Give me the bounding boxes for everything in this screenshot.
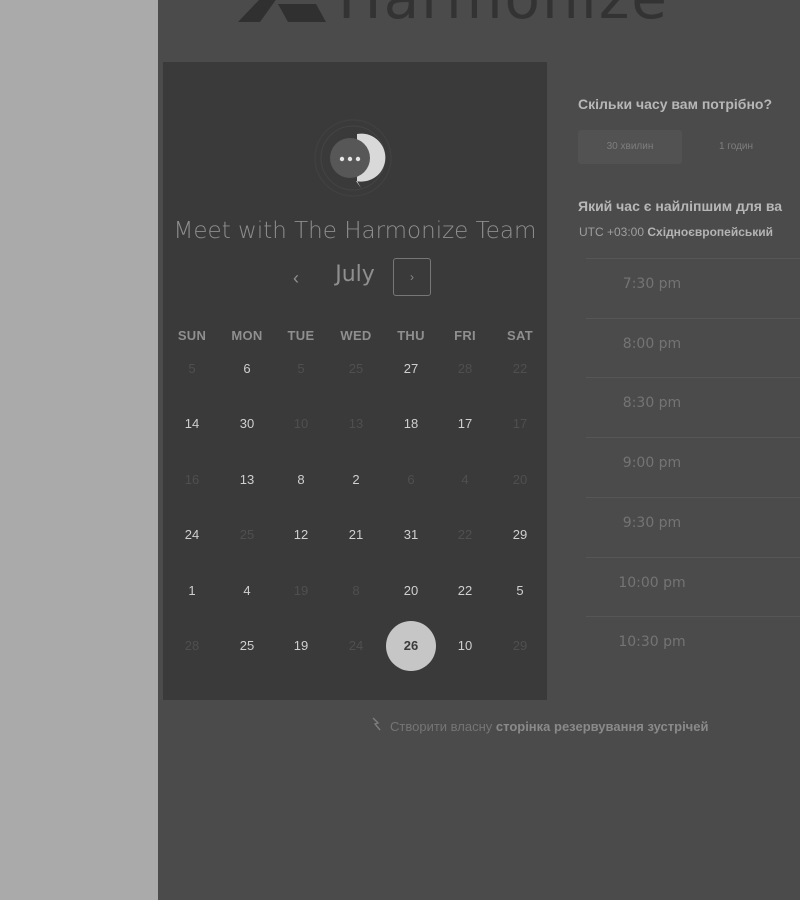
calendar-day[interactable]: 17 — [440, 399, 490, 449]
calendar-day[interactable]: 30 — [222, 399, 272, 449]
weekday-sat: SAT — [507, 328, 533, 343]
slot-divider — [586, 258, 800, 259]
calendar-day: 24 — [348, 638, 364, 653]
selected-day[interactable]: 26 — [386, 621, 436, 671]
time-question: Який час є найліпшим для ва — [578, 198, 783, 214]
calendar-day[interactable]: 5 — [495, 566, 545, 616]
next-month-button[interactable]: › — [393, 258, 431, 296]
calendar-day[interactable]: 4 — [222, 566, 272, 616]
sparkle-icon — [372, 717, 386, 734]
timezone-offset: UTC +03:00 — [579, 225, 645, 239]
weekday-tue: TUE — [287, 328, 315, 343]
calendar-day: 16 — [184, 471, 200, 487]
brand-logo: Harmonize — [238, 0, 669, 27]
month-navigation: ‹ July › — [163, 258, 547, 300]
calendar-day[interactable]: 22 — [440, 566, 490, 616]
slot-divider — [586, 377, 800, 379]
calendar-day: 28 — [184, 638, 200, 653]
calendar-day[interactable]: 14 — [167, 399, 217, 449]
calendar-day: 4 — [461, 471, 469, 487]
timezone-label: UTC +03:00 Східноєвропейський — [579, 225, 773, 239]
calendar-day[interactable]: 1 — [167, 566, 217, 616]
duration-option-2[interactable]: 1 годин — [684, 130, 788, 164]
time-slot[interactable]: 10:30 pm — [578, 622, 726, 662]
weekday-wed: WED — [340, 328, 372, 343]
time-slot[interactable]: 9:30 pm — [578, 503, 726, 543]
calendar-day[interactable]: 18 — [386, 399, 436, 449]
slot-divider — [586, 556, 800, 558]
calendar-day: 8 — [352, 582, 360, 598]
month-label: July — [335, 262, 375, 287]
calendar-day: 29 — [512, 638, 528, 653]
calendar-day: 17 — [512, 416, 528, 432]
calendar-day[interactable]: 8 — [276, 455, 326, 505]
calendar-day[interactable]: 6 — [222, 344, 272, 394]
weekday-mon: MON — [231, 328, 263, 343]
time-slot[interactable]: 8:00 pm — [578, 324, 726, 364]
brand-name: Harmonize — [338, 0, 669, 27]
calendar-grid: 5 6 5 25 27 28 22 14 30 10 13 18 17 17 16 13 8 2 6 4 20 24 25 1… — [163, 344, 547, 684]
calendar-day: 25 — [239, 527, 255, 543]
calendar-day: 28 — [457, 361, 473, 376]
duration-option-1[interactable]: 30 хвилин — [578, 130, 682, 164]
calendar-day: 22 — [512, 361, 528, 376]
slot-divider — [586, 317, 800, 319]
time-slot[interactable]: 7:30 pm — [578, 264, 726, 304]
calendar-card: Meet with The Harmonize Team ‹ July › SU… — [163, 62, 547, 700]
meeting-title: Meet with The Harmonize Team — [173, 218, 537, 244]
harmonize-logo-icon — [238, 0, 328, 22]
calendar-day[interactable]: 21 — [331, 510, 381, 560]
previous-month-button[interactable]: ‹ — [285, 264, 307, 292]
calendar-day[interactable]: 27 — [386, 344, 436, 394]
calendar-day[interactable]: 19 — [276, 621, 326, 671]
calendar-day: 19 — [293, 582, 309, 598]
duration-question: Скільки часу вам потрібно? — [578, 96, 773, 112]
calendar-day: 5 — [188, 361, 196, 376]
calendar-day: 5 — [297, 361, 305, 376]
footer-promo: Створити власну сторінка резервування зу… — [372, 717, 708, 734]
weekday-fri: FRI — [454, 328, 476, 343]
slot-divider — [586, 437, 800, 439]
slot-divider — [586, 496, 800, 498]
calendar-day[interactable]: 10 — [440, 621, 490, 671]
time-slot[interactable]: 8:30 pm — [578, 383, 726, 423]
time-slot[interactable]: 10:00 pm — [578, 563, 726, 603]
calendar-day[interactable]: 25 — [222, 621, 272, 671]
calendar-day[interactable]: 31 — [386, 510, 436, 560]
scheduler-page: Harmonize Meet with The Harmonize Team ‹… — [158, 0, 800, 900]
calendar-day[interactable]: 13 — [222, 455, 272, 505]
time-slot[interactable]: 9:00 pm — [578, 443, 726, 483]
timezone-name[interactable]: Східноєвропейський — [647, 225, 773, 239]
calendar-day: 22 — [457, 527, 473, 543]
chat-bubble-icon — [313, 118, 393, 198]
calendar-day[interactable]: 20 — [386, 566, 436, 616]
calendar-day[interactable]: 24 — [167, 510, 217, 560]
weekday-thu: THU — [397, 328, 425, 343]
calendar-day[interactable]: 29 — [495, 510, 545, 560]
left-gutter — [0, 0, 158, 900]
calendar-day: 10 — [293, 416, 309, 432]
calendar-day: 13 — [348, 416, 364, 432]
calendar-day: 20 — [512, 471, 528, 487]
footer-prefix: Створити власну — [390, 719, 493, 734]
calendar-day: 25 — [348, 361, 364, 376]
slot-divider — [586, 616, 800, 618]
calendar-day[interactable]: 2 — [331, 455, 381, 505]
footer-link[interactable]: сторінка резервування зустрічей — [496, 719, 709, 734]
weekday-sun: SUN — [177, 328, 207, 343]
calendar-day[interactable]: 12 — [276, 510, 326, 560]
calendar-day: 6 — [407, 471, 415, 487]
